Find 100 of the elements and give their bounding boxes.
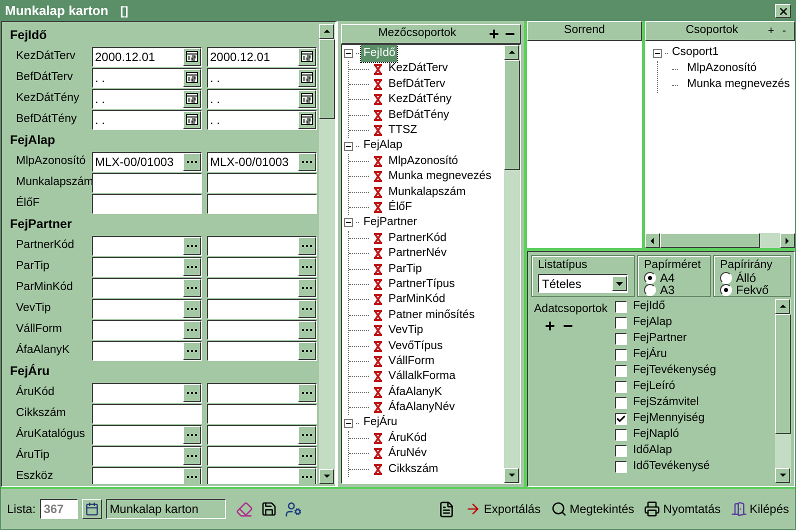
tree-item[interactable]: VevőTípus [388,338,443,355]
tree-item[interactable]: MlpAzonosító [388,152,458,170]
vertical-scrollbar[interactable] [775,299,791,483]
tree-item[interactable]: FejPartner [361,214,420,232]
tree-item[interactable]: Cikkszám [388,460,438,478]
date-picker-button[interactable] [298,68,316,86]
scroll-left-button[interactable] [645,233,660,248]
date-picker-button[interactable] [298,90,316,108]
list-name-field[interactable]: Munkalap karton [106,499,226,519]
input-field[interactable] [92,404,202,424]
scroll-up-button[interactable] [504,45,519,60]
input-field[interactable] [92,194,202,214]
lookup-button[interactable] [183,152,201,170]
lookup-button[interactable] [183,426,201,444]
input-field[interactable] [92,278,202,298]
scroll-up-button[interactable] [319,24,334,39]
input-field[interactable] [207,194,317,214]
lookup-button[interactable] [183,300,201,318]
radio-button[interactable] [720,284,732,296]
checkbox[interactable] [615,429,627,441]
add-button[interactable]: + [764,22,778,40]
input-field[interactable]: MLX-00/01003 [207,152,317,172]
input-field[interactable]: 2000.12.01 [92,46,202,66]
input-field[interactable] [207,424,317,444]
tree-item[interactable]: PartnerTípus [388,276,455,294]
input-field[interactable] [207,446,317,466]
document-icon[interactable] [438,500,455,518]
calendar-button[interactable] [82,499,102,519]
radio-button[interactable] [720,272,732,284]
add-icon[interactable] [544,320,556,332]
tree-item[interactable]: VállalkForma [388,368,456,386]
list-type-dropdown[interactable]: Tételes [538,274,628,293]
input-field[interactable] [92,236,202,256]
checkbox[interactable] [615,301,627,313]
radio-button[interactable] [644,272,656,284]
checkbox[interactable] [615,333,627,345]
tree-item[interactable]: ÉlőF [388,198,412,216]
input-field[interactable] [207,256,317,276]
checkbox[interactable] [615,365,627,377]
toolbar-button[interactable]: Megtekintés [550,500,634,518]
radio-button[interactable] [644,284,656,296]
remove-button[interactable]: - [778,22,790,40]
tree-item[interactable]: KezDátTerv [388,60,448,78]
input-field[interactable] [207,298,317,318]
input-field[interactable] [207,172,317,192]
tree-item[interactable]: PartnerNév [388,245,447,262]
tree-item[interactable]: Munka megnevezés [388,168,492,186]
lookup-button[interactable] [183,468,201,484]
lookup-button[interactable] [183,278,201,296]
tree-item[interactable]: ParMinKód [388,291,446,309]
close-button[interactable] [775,4,791,18]
collapse-icon[interactable] [344,418,354,428]
scroll-up-button[interactable] [775,299,790,314]
checkbox[interactable] [615,461,627,473]
lookup-button[interactable] [298,384,316,402]
tree-item[interactable]: ÁruKód [388,430,427,448]
input-field[interactable] [207,340,317,360]
toolbar-button[interactable]: Exportálás [464,500,541,518]
lookup-button[interactable] [183,384,201,402]
input-field[interactable]: 2000.12.01 [207,46,317,66]
tree-item[interactable]: BefDátTény [388,106,450,124]
date-picker-button[interactable] [183,110,201,128]
input-field[interactable]: . . [207,88,317,108]
input-field[interactable] [92,320,202,340]
input-field[interactable] [207,466,317,484]
input-field[interactable] [92,172,202,192]
input-field[interactable] [92,466,202,484]
collapse-icon[interactable] [653,48,662,58]
tree-item[interactable]: ÁruNév [388,445,427,462]
checkbox[interactable] [615,397,627,409]
save-icon[interactable] [260,501,277,517]
scroll-thumb[interactable] [504,60,520,170]
lookup-button[interactable] [183,342,201,360]
scroll-down-button[interactable] [319,469,334,484]
scroll-right-button[interactable] [780,233,795,248]
input-field[interactable] [92,256,202,276]
lookup-button[interactable] [298,152,316,170]
tree-item[interactable]: ÁfaAlanyK [388,384,442,401]
lookup-button[interactable] [183,258,201,276]
tree-item[interactable]: BefDátTerv [388,76,446,94]
input-field[interactable] [207,382,317,402]
input-field[interactable] [207,320,317,340]
input-field[interactable] [92,298,202,318]
tree-item[interactable]: FejIdő [361,45,398,62]
lookup-button[interactable] [298,278,316,296]
scroll-thumb[interactable] [775,314,791,434]
input-field[interactable] [207,236,317,256]
lookup-button[interactable] [298,342,316,360]
lookup-button[interactable] [298,320,316,338]
lookup-button[interactable] [298,236,316,254]
input-field[interactable]: . . [207,68,317,88]
tree-item[interactable]: Csoport1 [670,44,721,62]
date-picker-button[interactable] [298,110,316,128]
toolbar-button[interactable]: Kilépés [730,500,789,518]
tree-item[interactable]: MlpAzonosító [687,60,757,78]
date-picker-button[interactable] [183,90,201,108]
input-field[interactable] [92,446,202,466]
lookup-button[interactable] [298,468,316,484]
horizontal-scrollbar[interactable] [645,233,795,248]
input-field[interactable]: . . [92,110,202,130]
